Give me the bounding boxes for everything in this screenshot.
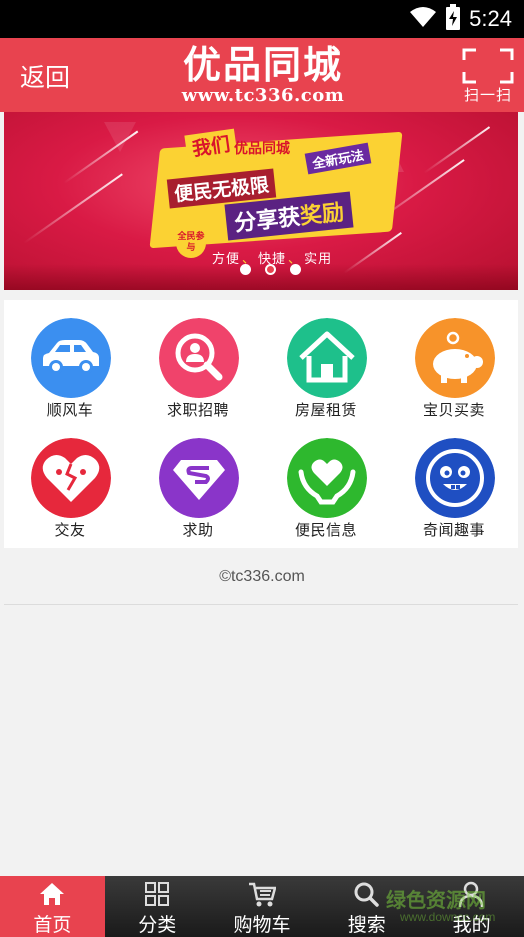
decor-streak [423, 126, 491, 174]
logo-url: www.tc336.com [181, 85, 345, 106]
nav-profile[interactable]: 我的 [419, 876, 524, 937]
hands-heart-icon [287, 438, 367, 518]
category-item-jobs[interactable]: 求职招聘 [134, 300, 262, 419]
funny-face-icon [415, 438, 495, 518]
job-search-icon [159, 318, 239, 398]
category-item-carpool[interactable]: 顺风车 [6, 300, 134, 419]
car-icon [31, 318, 111, 398]
user-icon [458, 881, 484, 908]
banner-join-badge: 全民参与 [176, 228, 206, 258]
nav-label: 购物车 [233, 914, 291, 936]
wifi-icon [409, 6, 437, 32]
heart-face-icon [31, 438, 111, 518]
cart-icon [248, 882, 276, 907]
banner-headline-2a: 分享获 [233, 204, 302, 237]
nav-label: 我的 [452, 914, 491, 936]
banner-badge: 我们 优品同城 全新玩法 便民无极限 分享获奖励 全民参与 方便、快捷、实用 [149, 128, 416, 267]
battery-charging-icon [445, 4, 461, 34]
nav-label: 搜索 [347, 914, 386, 936]
divider [4, 604, 518, 605]
status-bar: 5:24 [0, 0, 524, 38]
banner-brand: 优品同城 [234, 141, 290, 157]
category-item-fun[interactable]: 奇闻趣事 [390, 420, 518, 539]
category-grid: 顺风车 求职招聘 房屋租赁 宝贝买卖 交友 求助 便民信息 奇闻趣事 [4, 300, 518, 548]
category-label: 求职招聘 [166, 401, 229, 419]
back-button[interactable]: 返回 [20, 58, 70, 94]
banner-headline-2b: 奖励 [298, 200, 346, 230]
house-icon [287, 318, 367, 398]
superman-icon [159, 438, 239, 518]
slogan-word: 实用 [304, 252, 333, 267]
nav-label: 首页 [33, 914, 72, 936]
banner-pagination [240, 264, 301, 275]
category-item-trade[interactable]: 宝贝买卖 [390, 300, 518, 419]
category-item-rental[interactable]: 房屋租赁 [262, 300, 390, 419]
pagination-dot-active[interactable] [265, 264, 276, 275]
status-time: 5:24 [469, 6, 512, 31]
pagination-dot[interactable] [290, 264, 301, 275]
nav-category[interactable]: 分类 [105, 876, 210, 937]
nav-cart[interactable]: 购物车 [210, 876, 315, 937]
bottom-nav: 首页 分类 购物车 搜索 我的 [0, 876, 524, 937]
category-label: 便民信息 [294, 521, 357, 539]
status-icons: 5:24 [409, 4, 512, 34]
piggy-bank-icon [415, 318, 495, 398]
category-item-help[interactable]: 求助 [134, 420, 262, 539]
category-label: 求助 [182, 521, 214, 539]
nav-search[interactable]: 搜索 [314, 876, 419, 937]
promo-banner[interactable]: 我们 优品同城 全新玩法 便民无极限 分享获奖励 全民参与 方便、快捷、实用 [4, 112, 518, 290]
nav-home[interactable]: 首页 [0, 876, 105, 937]
copyright-text: ©tc336.com [219, 568, 305, 585]
search-icon [354, 882, 380, 907]
scan-button[interactable]: 扫一扫 [458, 46, 518, 108]
scan-icon [462, 48, 514, 84]
decor-streak [23, 173, 123, 244]
home-icon [40, 883, 64, 905]
category-item-dating[interactable]: 交友 [6, 420, 134, 539]
category-item-info[interactable]: 便民信息 [262, 420, 390, 539]
nav-label: 分类 [138, 914, 177, 936]
category-label: 交友 [54, 521, 86, 539]
pagination-dot[interactable] [240, 264, 251, 275]
app-header: 返回 优品同城 www.tc336.com 扫一扫 [0, 38, 524, 112]
decor-triangle [104, 122, 136, 152]
category-label: 宝贝买卖 [422, 401, 485, 419]
scan-label: 扫一扫 [463, 86, 512, 104]
app-logo: 优品同城 www.tc336.com [160, 44, 366, 108]
logo-title: 优品同城 [182, 43, 343, 87]
slogan-word: 方便 [212, 252, 241, 267]
category-label: 奇闻趣事 [422, 521, 485, 539]
category-label: 房屋租赁 [294, 401, 357, 419]
grid-icon [144, 882, 169, 906]
category-label: 顺风车 [46, 401, 94, 419]
